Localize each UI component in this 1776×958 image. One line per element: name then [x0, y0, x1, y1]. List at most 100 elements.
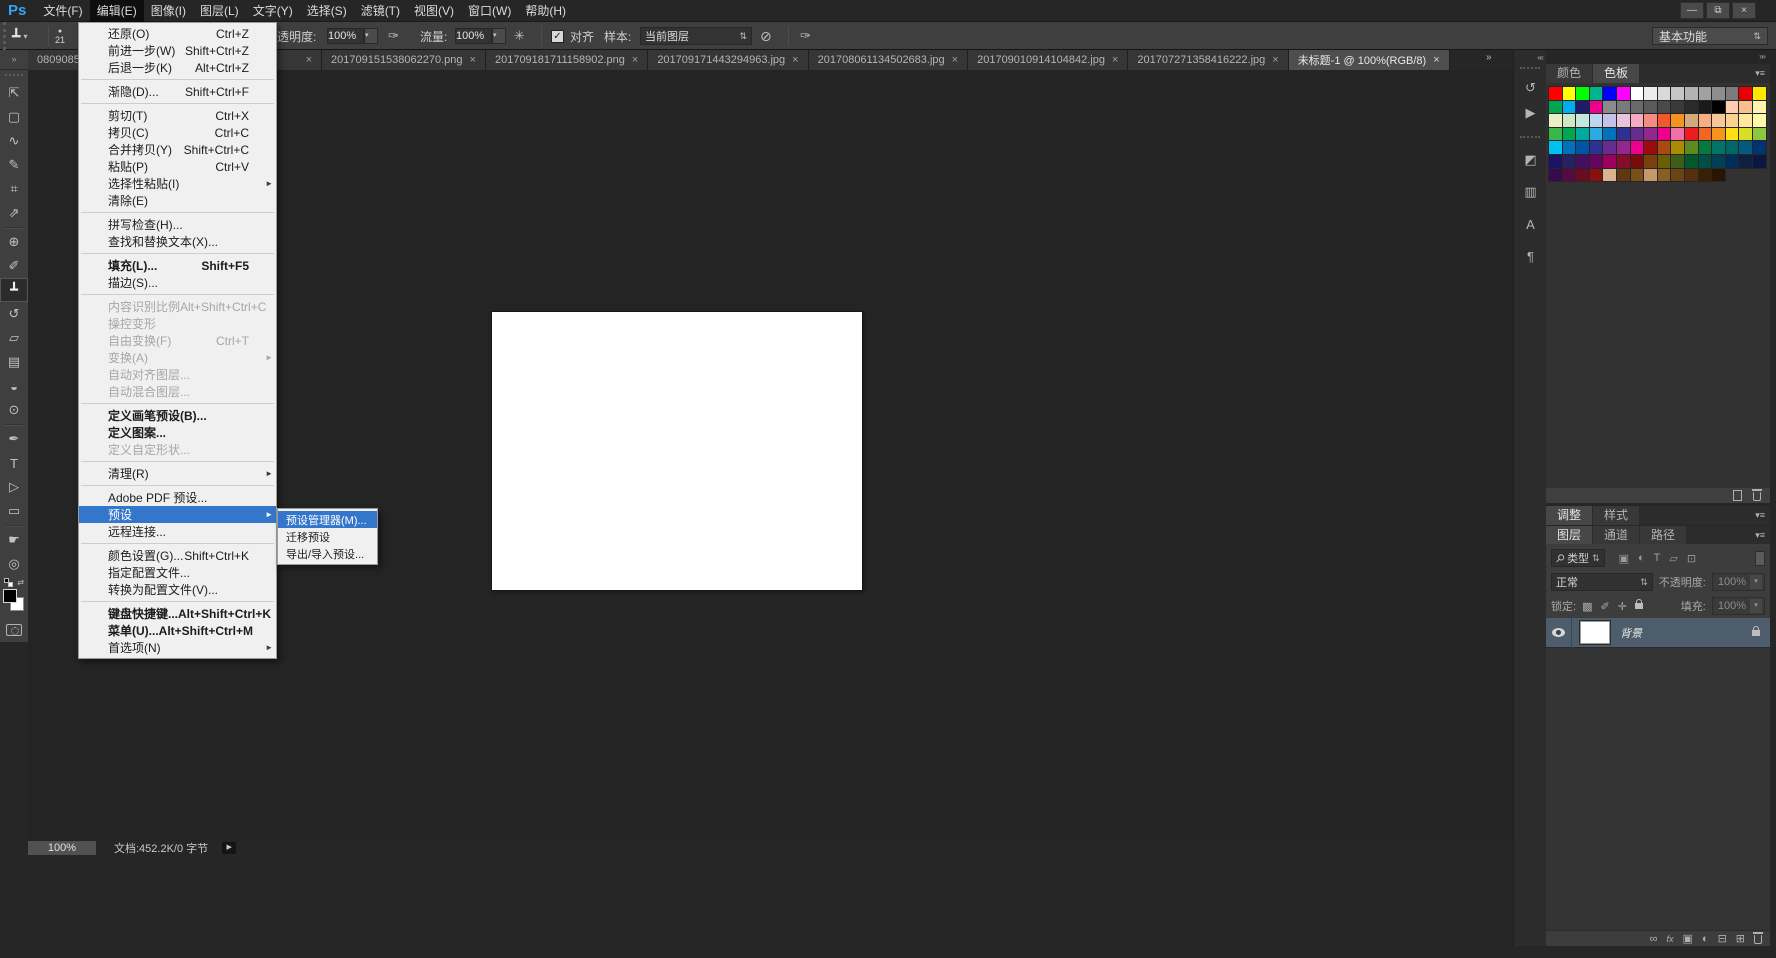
foreground-color-chip[interactable]	[3, 589, 17, 603]
expand-panels-icon[interactable]: ««	[1514, 50, 1546, 65]
color-swatch[interactable]	[1685, 155, 1698, 168]
color-swatch[interactable]	[1699, 101, 1712, 114]
lasso-tool[interactable]: ∿	[0, 129, 28, 153]
document-tab[interactable]: 未标题-1 @ 100%(RGB/8) ×	[1289, 50, 1450, 70]
layer-group-icon[interactable]: ⊟	[1718, 932, 1727, 946]
flow-dropdown-icon[interactable]: ▾	[492, 28, 506, 44]
workspace-switcher[interactable]: 基本功能 ⇅	[1652, 27, 1768, 45]
collapse-panels-icon[interactable]: »»	[1546, 50, 1770, 64]
lock-position-icon[interactable]: ✛	[1618, 600, 1627, 613]
menubar-item[interactable]: 编辑(E)	[90, 0, 144, 22]
color-swatch[interactable]	[1576, 114, 1589, 127]
history-brush-tool[interactable]: ↺	[0, 302, 28, 326]
panel-tab[interactable]: 色板	[1593, 64, 1639, 83]
delete-swatch-icon[interactable]	[1753, 492, 1761, 501]
blur-tool[interactable]: ◒	[0, 374, 28, 398]
menu-item[interactable]: 颜色设置(G)... Shift+Ctrl+K	[79, 547, 276, 564]
color-swatch[interactable]	[1563, 141, 1576, 154]
gradient-tool[interactable]: ▤	[0, 350, 28, 374]
color-swatch[interactable]	[1712, 141, 1725, 154]
color-swatch[interactable]	[1739, 114, 1752, 127]
color-swatch[interactable]	[1576, 141, 1589, 154]
histogram-panel-icon[interactable]: ▥	[1514, 176, 1547, 208]
color-swatch[interactable]	[1739, 155, 1752, 168]
color-swatch[interactable]	[1712, 155, 1725, 168]
color-swatch[interactable]	[1590, 101, 1603, 114]
panel-tab[interactable]: 路径	[1640, 526, 1686, 545]
hand-tool[interactable]: ☛	[0, 528, 28, 552]
link-layers-icon[interactable]: ∞	[1650, 932, 1658, 946]
restore-button[interactable]: ⧉	[1706, 2, 1730, 19]
color-swatch[interactable]	[1590, 114, 1603, 127]
color-swatch[interactable]	[1617, 169, 1630, 182]
color-swatch[interactable]	[1631, 101, 1644, 114]
menubar-item[interactable]: 图层(L)	[193, 0, 246, 22]
color-swatch[interactable]	[1549, 141, 1562, 154]
panel-tab[interactable]: 样式	[1593, 506, 1639, 525]
color-swatch[interactable]	[1726, 87, 1739, 100]
menubar-item[interactable]: 文件(F)	[36, 0, 89, 22]
color-swatch[interactable]	[1658, 87, 1671, 100]
color-swatch[interactable]	[1603, 101, 1616, 114]
tab-overflow-icon[interactable]: »	[1486, 52, 1491, 63]
color-swatch[interactable]	[1603, 169, 1616, 182]
color-swatch[interactable]	[1671, 101, 1684, 114]
menubar-item[interactable]: 帮助(H)	[518, 0, 573, 22]
airbrush-icon[interactable]: ✳	[514, 22, 525, 50]
filter-smart-objects-icon[interactable]: ⊡	[1687, 552, 1696, 565]
menu-item[interactable]: 自动混合图层...	[79, 383, 276, 400]
menu-item[interactable]: 内容识别比例 Alt+Shift+Ctrl+C	[79, 298, 276, 315]
color-swatch[interactable]	[1658, 169, 1671, 182]
color-swatch[interactable]	[1549, 114, 1562, 127]
color-swatch[interactable]	[1576, 155, 1589, 168]
color-swatch[interactable]	[1685, 114, 1698, 127]
color-swatch[interactable]	[1699, 114, 1712, 127]
color-swatch[interactable]	[1590, 128, 1603, 141]
color-swatch[interactable]	[1549, 87, 1562, 100]
color-swatch[interactable]	[1549, 155, 1562, 168]
color-swatch[interactable]	[1631, 128, 1644, 141]
color-swatch[interactable]	[1617, 128, 1630, 141]
color-swatch[interactable]	[1699, 87, 1712, 100]
panel-group-grip[interactable]	[1520, 67, 1540, 71]
layer-thumbnail[interactable]	[1580, 621, 1610, 644]
spot-healing-brush-tool[interactable]: ⊕	[0, 230, 28, 254]
color-swatch[interactable]	[1726, 128, 1739, 141]
brush-tool[interactable]: ✐	[0, 254, 28, 278]
menu-item[interactable]: 合并拷贝(Y) Shift+Ctrl+C	[79, 141, 276, 158]
menubar-item[interactable]: 选择(S)	[300, 0, 354, 22]
menu-item[interactable]: 指定配置文件...	[79, 564, 276, 581]
quick-selection-tool[interactable]: ✎	[0, 153, 28, 177]
status-menu-arrow-icon[interactable]: ▶	[222, 842, 236, 854]
tab-close-icon[interactable]: ×	[1272, 54, 1278, 66]
color-swatch[interactable]	[1603, 114, 1616, 127]
color-swatch[interactable]	[1644, 114, 1657, 127]
color-swatch[interactable]	[1685, 87, 1698, 100]
tab-close-icon[interactable]: ×	[1112, 54, 1118, 66]
toolbox-collapse-button[interactable]: »	[0, 50, 28, 70]
delete-layer-icon[interactable]	[1754, 935, 1762, 944]
color-swatch[interactable]	[1671, 169, 1684, 182]
history-panel-icon[interactable]: ↺	[1514, 75, 1547, 100]
color-swatch[interactable]	[1603, 128, 1616, 141]
color-swatch[interactable]	[1671, 87, 1684, 100]
color-swatch[interactable]	[1590, 155, 1603, 168]
color-swatch[interactable]	[1603, 87, 1616, 100]
color-swatch[interactable]	[1726, 155, 1739, 168]
color-swatch[interactable]	[1699, 155, 1712, 168]
color-swatch[interactable]	[1671, 141, 1684, 154]
color-swatch[interactable]	[1590, 87, 1603, 100]
new-layer-icon[interactable]: ⊞	[1736, 932, 1745, 946]
color-swatch[interactable]	[1712, 169, 1725, 182]
color-swatch[interactable]	[1685, 141, 1698, 154]
menu-item[interactable]: 键盘快捷键... Alt+Shift+Ctrl+K	[79, 605, 276, 622]
color-swatch[interactable]	[1739, 101, 1752, 114]
menu-item[interactable]: 定义图案...	[79, 424, 276, 441]
menubar-item[interactable]: 窗口(W)	[461, 0, 518, 22]
panel-menu-icon[interactable]: ▾≡	[1750, 64, 1770, 83]
character-panel-icon[interactable]: A	[1514, 208, 1547, 240]
flow-input[interactable]: 100%	[455, 28, 492, 44]
color-swatch[interactable]	[1726, 141, 1739, 154]
filter-pixel-layers-icon[interactable]: ▣	[1619, 552, 1629, 565]
color-swatch[interactable]	[1753, 155, 1766, 168]
